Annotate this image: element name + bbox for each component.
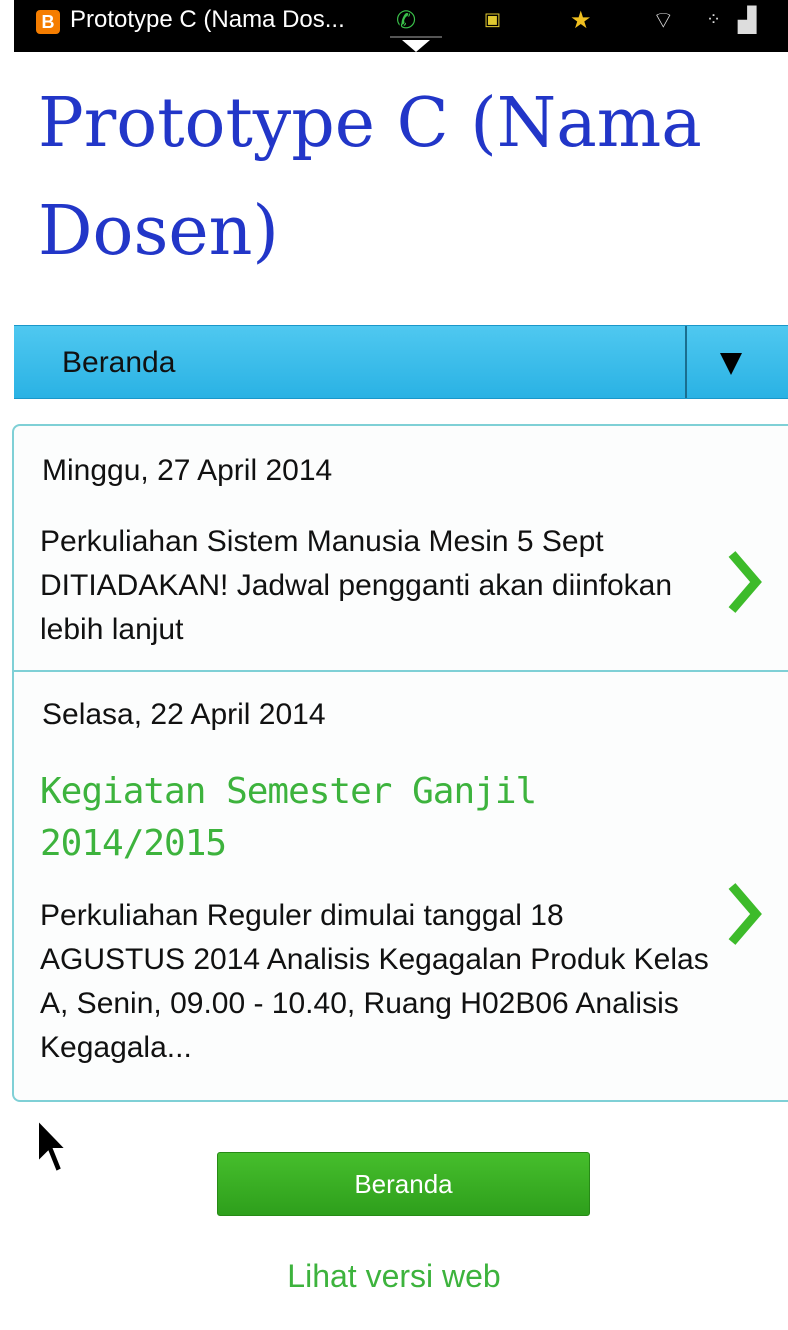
chevron-right-icon[interactable] — [724, 550, 764, 614]
post-item[interactable]: Minggu, 27 April 2014 Perkuliahan Sistem… — [14, 426, 788, 672]
nav-divider — [685, 326, 687, 398]
post-title-link[interactable]: Kegiatan Semester Ganjil 2014/2015 — [40, 766, 640, 870]
post-item[interactable]: Selasa, 22 April 2014 Kegiatan Semester … — [14, 672, 788, 1100]
chevron-right-icon[interactable] — [724, 882, 764, 946]
bbm-icon: ⁘ — [706, 9, 722, 30]
star-icon: ★ — [570, 6, 592, 34]
pull-down-grip[interactable] — [390, 36, 442, 38]
post-date: Minggu, 27 April 2014 — [42, 454, 333, 487]
post-snippet: Perkuliahan Sistem Manusia Mesin 5 Sept … — [40, 525, 673, 646]
nav-selected-label: Beranda — [62, 346, 176, 379]
page-title: Prototype C (Nama Dosen) — [38, 84, 702, 271]
app-notification-icon: ▣ — [484, 9, 502, 30]
nav-dropdown[interactable]: Beranda — [14, 325, 788, 399]
pull-down-arrow-icon[interactable] — [402, 40, 430, 52]
whatsapp-icon: ✆ — [396, 6, 417, 34]
web-version-link[interactable]: Lihat versi web — [0, 1258, 788, 1295]
signal-icon: ▟ — [738, 6, 757, 34]
post-snippet: Perkuliahan Reguler dimulai tanggal 18 A… — [40, 899, 709, 1064]
window-title: Prototype C (Nama Dos... — [70, 6, 345, 33]
home-button[interactable]: Beranda — [217, 1152, 590, 1216]
status-bar: B Prototype C (Nama Dos... ✆ ▣ ★ ⌔ ⁘ ▟ — [14, 0, 788, 52]
post-date: Selasa, 22 April 2014 — [42, 698, 326, 731]
mouse-cursor-icon — [37, 1118, 68, 1174]
blogger-icon: B — [36, 10, 60, 34]
wifi-icon: ⌔ — [652, 6, 675, 34]
post-list: Minggu, 27 April 2014 Perkuliahan Sistem… — [12, 424, 788, 1102]
dropdown-arrow-icon[interactable] — [720, 353, 742, 375]
